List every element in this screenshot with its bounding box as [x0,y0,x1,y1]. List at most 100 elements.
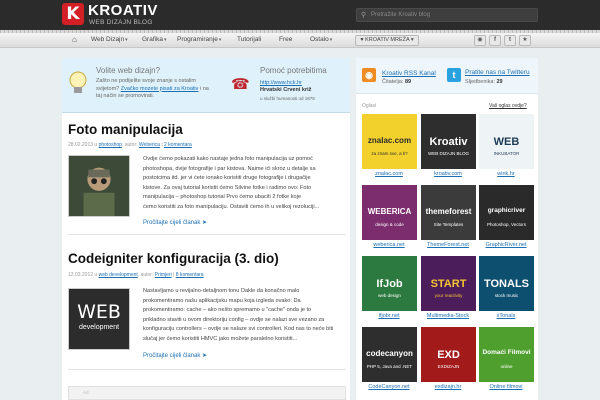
facebook-icon[interactable]: f [489,35,501,46]
write-link[interactable]: Zvačko mozete pisati za Kroativ [121,86,199,92]
rss-icon: ◉ [362,68,376,82]
ad-caption-link[interactable]: Ifjobr.net [359,313,419,319]
twitter-link[interactable]: Pratite nas na Twitteru [465,69,530,76]
sidebar-ad[interactable]: TONALS stock music [479,256,534,311]
chevron-down-icon: ▾ [329,37,333,43]
ad-caption-link[interactable]: exdizajn.hr [418,384,478,390]
post-comments-link[interactable]: 8 komentara [176,272,204,278]
ad-tagline: online [500,364,513,369]
write-text: Zašto ne podijelite svoje znanje s ostal… [96,78,209,99]
main-nav: ⌂ Web Dizajn▾ Grafika▾ Programiranje▾ Tu… [0,33,600,48]
post-excerpt: Nastavljamo u revijalno-detaljnom tonu D… [143,288,334,342]
search-icon: ⚲ [361,12,367,19]
ad-tagline: Photoshop, Vectors [486,222,527,227]
ads-title: Oglasi [362,103,377,109]
ad-logo-text: codecanyon [366,349,413,358]
ad-tagline: web design [378,293,401,298]
ad-caption-link[interactable]: kroativ.com [418,171,478,177]
read-more-link[interactable]: Pročitajte cijeli članak ➤ [143,219,207,226]
post-category-link[interactable]: web development [99,272,138,278]
ad-tagline: Site Templates [433,222,464,227]
ad-caption-link[interactable]: Multimedia-Stock [418,313,478,319]
sidebar-ad[interactable]: znalac.com za znam sve, a ti? [362,114,417,169]
ad-caption-link[interactable]: CodeCanyon.net [359,384,419,390]
arrow-right-icon: ➤ [202,220,208,226]
ad-logo-text: WEB [493,136,520,148]
ad-logo-text: Domaći Filmovi [482,349,531,356]
sidebar-ad[interactable]: Kroativ WEB DIZAJN BLOG [421,114,476,169]
sidebar-ad[interactable]: Domaći Filmovi online [479,327,534,382]
post-comments-link[interactable]: 2 komentara [164,142,192,148]
network-button[interactable]: ♥ KROATIV MREŽA ▾ [355,35,419,46]
ad-logo-text: WEBERICA [367,207,412,216]
rss-link[interactable]: Kroativ RSS Kanal [382,70,436,77]
post-category-link[interactable]: photoshop [99,142,122,148]
post-title[interactable]: Foto manipulacija [68,122,183,137]
sidebar-ad[interactable]: START your reactivity [421,256,476,311]
site-title[interactable]: KROATIV [88,2,158,19]
ad-tagline: stock music [494,293,519,298]
thumb-subtitle: development [78,324,120,331]
promo-banner: Volite web dizajn? Zašto ne podijelite s… [62,58,350,113]
ad-caption-link[interactable]: Online filmovi [476,384,536,390]
sidebar-ad[interactable]: EXD EXDIZAJN [421,327,476,382]
logo-icon[interactable]: K [62,3,84,25]
sidebar-ad[interactable]: codecanyon PHP 5, Java and .NET [362,327,417,382]
nav-item-web-dizajn[interactable]: Web Dizajn▾ [91,36,128,43]
ad-caption-link[interactable]: wink.hr [476,171,536,177]
nav-item-free[interactable]: Free [279,36,292,43]
ad-tagline: INKUBATOR [493,151,520,156]
ad-logo-text: TONALS [483,278,530,290]
ad-caption-link[interactable]: ThemeForest.net [418,242,478,248]
top-bar: K KROATIV WEB DIZAJN BLOG ⚲ Pretražite K… [0,0,600,30]
ad-caption-link[interactable]: xTonals [476,313,536,319]
rss-icon[interactable]: ◉ [474,35,486,46]
post-thumbnail[interactable] [68,155,130,217]
heart-icon: ♥ [360,37,364,43]
post-author-link[interactable]: Primjeri [155,272,172,278]
search-placeholder: Pretražite Kroativ blog [371,12,431,18]
help-title: Pomoć potrebitima [260,66,327,75]
ad-tagline: PHP 5, Java and .NET [366,364,413,369]
post-divider [68,234,346,235]
ad-caption-link[interactable]: GraphicRiver.net [476,242,536,248]
ad-tagline: your reactivity [434,293,463,298]
read-more-link[interactable]: Pročitajte cijeli članak ➤ [143,352,207,359]
post-title[interactable]: Codeigniter konfiguracija (3. dio) [68,251,279,266]
ad-caption-link[interactable]: znalac.com [359,171,419,177]
write-title: Volite web dizajn? [96,66,161,75]
sidebar-ad[interactable]: WEBERICA design & code [362,185,417,240]
chevron-down-icon: ▾ [218,37,222,43]
ad-placeholder[interactable]: Ad [68,386,346,400]
ad-tagline: design & code [375,222,404,227]
twitter-icon: t [447,68,461,82]
ad-caption-link[interactable]: weberica.net [359,242,419,248]
ad-logo-text: graphicriver [487,207,526,214]
home-icon[interactable]: ⌂ [72,35,77,44]
chevron-down-icon: ▾ [125,37,128,43]
star-icon[interactable]: ★ [519,35,531,46]
ad-logo-text: themeforest [425,207,472,216]
ad-logo-text: IfJob [376,278,403,290]
post-author-link[interactable]: Weberica [139,142,160,148]
sidebar-ad[interactable]: themeforest Site Templates [421,185,476,240]
ad-tagline: EXDIZAJN [437,364,460,369]
sidebar-ad[interactable]: graphicriver Photoshop, Vectors [479,185,534,240]
site-subtitle: WEB DIZAJN BLOG [89,19,153,26]
nav-item-programiranje[interactable]: Programiranje▾ [177,36,221,43]
chevron-down-icon: ▾ [163,37,167,43]
chevron-down-icon: ▾ [410,37,414,43]
nav-item-ostalo[interactable]: Ostalo▾ [310,36,332,43]
sidebar-ad[interactable]: IfJob web design [362,256,417,311]
subscribe-box: ◉ Kroativ RSS Kanal Čitatelja: 89 t Prat… [356,58,538,94]
nav-item-tutorijali[interactable]: Tutorijali [237,36,261,43]
sidebar-ad[interactable]: WEB INKUBATOR [479,114,534,169]
twitter-icon[interactable]: t [504,35,516,46]
nav-item-grafika[interactable]: Grafika▾ [142,36,166,43]
phone-icon: ☎ [231,76,250,93]
ads-own-link[interactable]: Vaš oglas ovdje? [489,103,527,109]
search-input[interactable]: ⚲ Pretražite Kroativ blog [356,8,538,22]
post-divider [68,369,346,370]
post-thumbnail[interactable]: WEB development [68,288,130,350]
ad-logo-text: EXD [437,349,460,361]
